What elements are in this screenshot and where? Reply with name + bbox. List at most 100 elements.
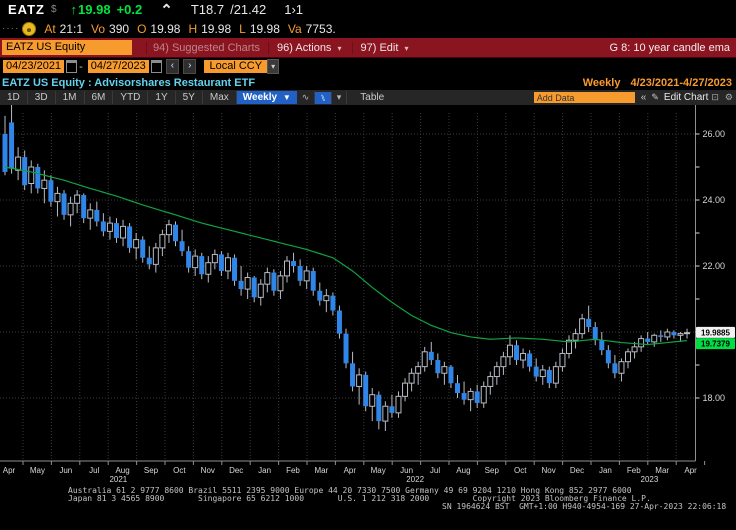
candle[interactable] bbox=[88, 203, 93, 229]
tab-1m[interactable]: 1M bbox=[56, 91, 85, 104]
candle[interactable] bbox=[521, 349, 526, 369]
candle[interactable] bbox=[304, 266, 309, 289]
candle[interactable] bbox=[317, 283, 322, 306]
candle[interactable] bbox=[396, 391, 401, 417]
start-date-input[interactable]: 04/23/2021 bbox=[3, 60, 64, 73]
tab-1d[interactable]: 1D bbox=[0, 91, 28, 104]
candle[interactable] bbox=[127, 223, 132, 253]
candle[interactable] bbox=[645, 332, 650, 345]
candle[interactable] bbox=[540, 365, 545, 385]
candle[interactable] bbox=[337, 306, 342, 339]
candle[interactable] bbox=[199, 253, 204, 279]
candle[interactable] bbox=[488, 372, 493, 395]
edit-menu-button[interactable]: 97) Edit ▾ bbox=[352, 42, 417, 54]
candle[interactable] bbox=[481, 382, 486, 408]
candle[interactable] bbox=[55, 187, 60, 217]
candle[interactable] bbox=[658, 330, 663, 342]
candle[interactable] bbox=[422, 347, 427, 372]
candle[interactable] bbox=[153, 243, 158, 273]
actions-menu-button[interactable]: 96) Actions ▾ bbox=[268, 42, 350, 54]
candle[interactable] bbox=[599, 332, 604, 355]
candle[interactable] bbox=[547, 367, 552, 388]
candle[interactable] bbox=[284, 256, 289, 282]
candle[interactable] bbox=[48, 175, 53, 206]
calendar-icon[interactable] bbox=[151, 60, 162, 73]
calendar-icon[interactable] bbox=[66, 60, 77, 73]
candle[interactable] bbox=[612, 355, 617, 378]
candlestick-chart[interactable]: 18.0022.0024.0026.00AprMayJunJulAugSepOc… bbox=[0, 105, 736, 485]
candle[interactable] bbox=[160, 230, 165, 256]
tab-3d[interactable]: 3D bbox=[28, 91, 56, 104]
candle[interactable] bbox=[271, 269, 276, 295]
candle[interactable] bbox=[507, 335, 512, 365]
line-chart-icon[interactable]: ∿ bbox=[297, 91, 316, 104]
candle[interactable] bbox=[166, 220, 171, 243]
candle[interactable] bbox=[324, 289, 329, 312]
candle[interactable] bbox=[344, 329, 349, 369]
collapse-icon[interactable]: « bbox=[641, 92, 647, 103]
candle[interactable] bbox=[330, 292, 335, 315]
add-data-input[interactable] bbox=[534, 92, 635, 103]
end-date-input[interactable]: 04/27/2023 bbox=[88, 60, 149, 73]
candle[interactable] bbox=[173, 221, 178, 246]
gauge-icon[interactable] bbox=[22, 22, 36, 36]
candle[interactable] bbox=[383, 401, 388, 431]
tab-max[interactable]: Max bbox=[203, 91, 237, 104]
candle[interactable] bbox=[29, 160, 34, 193]
candle[interactable] bbox=[193, 250, 198, 276]
candle[interactable] bbox=[239, 266, 244, 296]
candle[interactable] bbox=[468, 388, 473, 411]
candle[interactable] bbox=[403, 378, 408, 401]
candle[interactable] bbox=[357, 368, 362, 404]
candle[interactable] bbox=[475, 385, 480, 408]
candle[interactable] bbox=[606, 345, 611, 368]
suggested-charts-button[interactable]: 94) Suggested Charts bbox=[146, 42, 266, 54]
candle[interactable] bbox=[665, 329, 670, 341]
candle[interactable] bbox=[134, 233, 139, 259]
candle[interactable] bbox=[685, 329, 690, 339]
period-dropdown[interactable]: Weekly ▼ bbox=[237, 91, 297, 104]
candle[interactable] bbox=[62, 190, 67, 220]
candle[interactable] bbox=[81, 193, 86, 223]
candle[interactable] bbox=[409, 368, 414, 391]
candle[interactable] bbox=[534, 358, 539, 381]
candle[interactable] bbox=[121, 220, 126, 246]
candlestick-icon[interactable]: ⑊ bbox=[315, 92, 331, 104]
candle[interactable] bbox=[652, 334, 657, 347]
candle[interactable] bbox=[245, 273, 250, 299]
currency-caret-button[interactable]: ▾ bbox=[267, 59, 279, 74]
candle[interactable] bbox=[462, 382, 467, 405]
edit-chart-button[interactable]: Edit Chart bbox=[664, 92, 708, 103]
candle[interactable] bbox=[350, 352, 355, 392]
candle[interactable] bbox=[429, 342, 434, 365]
candle[interactable] bbox=[9, 105, 14, 174]
candle[interactable] bbox=[206, 256, 211, 282]
candle[interactable] bbox=[16, 147, 21, 180]
candle[interactable] bbox=[442, 362, 447, 385]
candle[interactable] bbox=[626, 349, 631, 369]
security-input[interactable]: EATZ US Equity bbox=[2, 40, 132, 55]
candle[interactable] bbox=[101, 213, 106, 236]
candle[interactable] bbox=[566, 335, 571, 358]
candle[interactable] bbox=[252, 276, 257, 302]
prev-range-button[interactable]: ‹ bbox=[166, 59, 179, 74]
candle[interactable] bbox=[311, 268, 316, 296]
candle[interactable] bbox=[35, 164, 40, 194]
tab-ytd[interactable]: YTD bbox=[113, 91, 148, 104]
candle[interactable] bbox=[501, 352, 506, 375]
candle[interactable] bbox=[527, 350, 532, 371]
candle[interactable] bbox=[435, 353, 440, 378]
candle[interactable] bbox=[514, 340, 519, 365]
gear-icon[interactable]: ⚙ bbox=[725, 92, 733, 103]
candle[interactable] bbox=[376, 391, 381, 429]
candle[interactable] bbox=[232, 254, 237, 285]
table-button[interactable]: Table bbox=[353, 91, 391, 104]
candle[interactable] bbox=[560, 349, 565, 372]
candle[interactable] bbox=[186, 246, 191, 272]
candle[interactable] bbox=[580, 314, 585, 339]
candle[interactable] bbox=[3, 116, 8, 175]
candle[interactable] bbox=[619, 358, 624, 381]
candle[interactable] bbox=[225, 253, 230, 279]
candle[interactable] bbox=[298, 259, 303, 285]
candle[interactable] bbox=[94, 202, 99, 227]
